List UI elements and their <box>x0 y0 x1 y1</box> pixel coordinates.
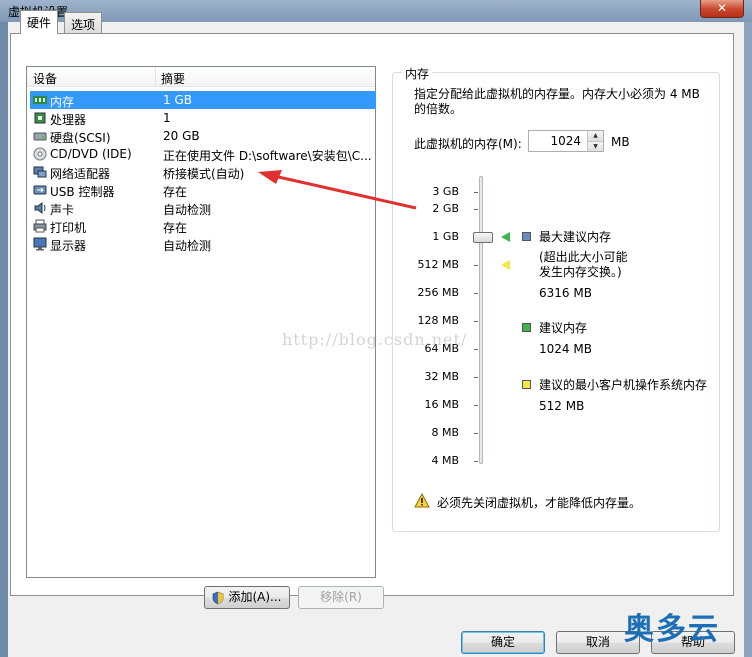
device-row-4[interactable]: CD/DVD (IDE) 正在使用文件 D:\software\安装包\C... <box>30 145 376 163</box>
minimum-legend-value: 512 MB <box>539 399 585 413</box>
printer-icon <box>33 219 47 233</box>
network-adapter-icon <box>33 165 47 179</box>
window-border <box>744 22 752 657</box>
ok-button[interactable]: 确定 <box>461 631 545 654</box>
slider-tick <box>474 192 478 193</box>
memory-slider-track[interactable] <box>479 176 483 464</box>
slider-tick-label: 512 MB <box>417 258 459 271</box>
add-button[interactable]: 添加(A)... <box>204 586 290 609</box>
device-name: 打印机 <box>50 221 87 235</box>
slider-tick <box>474 265 478 266</box>
recommended-legend-icon <box>522 323 531 332</box>
title-bar: 虚拟机设置 ✕ <box>0 0 752 22</box>
device-summary: 1 <box>163 111 171 125</box>
slider-tick <box>474 209 478 210</box>
slider-tick <box>474 405 478 406</box>
device-summary: 存在 <box>163 221 188 235</box>
sound-card-icon <box>33 201 47 215</box>
device-name: 内存 <box>50 95 75 109</box>
device-row-8[interactable]: 打印机 存在 <box>30 217 376 235</box>
device-summary: 20 GB <box>163 129 200 143</box>
device-summary: 自动检测 <box>163 239 212 253</box>
memory-unit: MB <box>611 135 630 149</box>
warning-icon <box>414 492 430 508</box>
minimum-legend-title: 建议的最小客户机操作系统内存 <box>539 378 708 392</box>
memory-field-label: 此虚拟机的内存(M): <box>414 137 522 151</box>
device-row-9[interactable]: 显示器 自动检测 <box>30 235 376 253</box>
recommended-legend-value: 1024 MB <box>539 342 592 356</box>
device-list[interactable]: 设备 摘要 内存 1 GB 处理器 1 硬盘(SCSI) 20 GB CD/DVD (IDE… <box>26 66 376 578</box>
slider-tick-label: 128 MB <box>417 314 459 327</box>
slider-tick <box>474 321 478 322</box>
device-name: 显示器 <box>50 239 87 253</box>
slider-tick <box>474 349 478 350</box>
hard-disk-icon <box>33 129 47 143</box>
memory-spinner[interactable]: ▲ ▼ <box>587 131 603 151</box>
slider-tick-label: 8 MB <box>431 426 459 439</box>
slider-tick <box>474 433 478 434</box>
close-button[interactable]: ✕ <box>700 0 744 18</box>
device-row-1[interactable]: 内存 1 GB <box>30 91 376 109</box>
cd-dvd-icon <box>33 147 47 161</box>
display-icon <box>33 237 47 251</box>
tab-hardware[interactable]: 硬件 <box>20 10 59 34</box>
memory-size-input[interactable]: 1024 ▲ ▼ <box>528 130 604 152</box>
shield-icon <box>211 591 225 605</box>
annotation-arrow-icon <box>258 170 417 210</box>
recommended-marker-icon <box>501 232 510 242</box>
device-name: USB 控制器 <box>50 185 115 199</box>
device-row-2[interactable]: 处理器 1 <box>30 109 376 127</box>
minimum-marker-icon <box>501 260 510 270</box>
warning-text: 必须先关闭虚拟机，才能降低内存量。 <box>437 496 642 510</box>
device-summary: 正在使用文件 D:\software\安装包\C... <box>163 149 372 163</box>
max-legend-title: 最大建议内存 <box>539 230 612 244</box>
recommended-legend-title: 建议内存 <box>539 321 588 335</box>
device-list-header: 设备 摘要 <box>27 67 375 87</box>
device-name: 处理器 <box>50 113 87 127</box>
device-name: CD/DVD (IDE) <box>50 147 132 161</box>
tab-options[interactable]: 选项 <box>64 12 103 34</box>
spin-down-icon[interactable]: ▼ <box>588 141 603 151</box>
device-name: 网络适配器 <box>50 167 111 181</box>
minimum-legend-icon <box>522 380 531 389</box>
device-name: 硬盘(SCSI) <box>50 131 111 145</box>
memory-group-title: 内存 <box>402 65 433 82</box>
slider-tick-label: 4 MB <box>431 454 459 467</box>
slider-tick-label: 32 MB <box>424 370 459 383</box>
memory-slider-thumb[interactable] <box>473 232 493 243</box>
spin-up-icon[interactable]: ▲ <box>588 131 603 141</box>
column-summary[interactable]: 摘要 <box>161 70 185 87</box>
device-summary: 1 GB <box>163 93 192 107</box>
memory-size-value: 1024 <box>550 134 581 148</box>
remove-button[interactable]: 移除(R) <box>298 586 384 609</box>
slider-tick <box>474 377 478 378</box>
device-name: 声卡 <box>50 203 75 217</box>
memory-description: 指定分配给此虚拟机的内存量。内存大小必须为 4 MB 的倍数。 <box>414 87 700 116</box>
slider-tick-label: 1 GB <box>432 230 459 243</box>
slider-tick <box>474 461 478 462</box>
memory-icon <box>33 93 47 107</box>
usb-icon <box>33 183 47 197</box>
max-legend-icon <box>522 232 531 241</box>
column-device[interactable]: 设备 <box>33 70 57 87</box>
device-row-3[interactable]: 硬盘(SCSI) 20 GB <box>30 127 376 145</box>
brand-logo: 奥多云 <box>624 612 720 647</box>
slider-tick-label: 16 MB <box>424 398 459 411</box>
slider-tick <box>474 293 478 294</box>
watermark-text: http://blog.csdn.net/ <box>282 330 468 349</box>
max-legend-value: 6316 MB <box>539 286 592 300</box>
max-legend-note: (超出此大小可能 发生内存交换。) <box>539 250 628 279</box>
processor-icon <box>33 111 47 125</box>
slider-tick-label: 256 MB <box>417 286 459 299</box>
